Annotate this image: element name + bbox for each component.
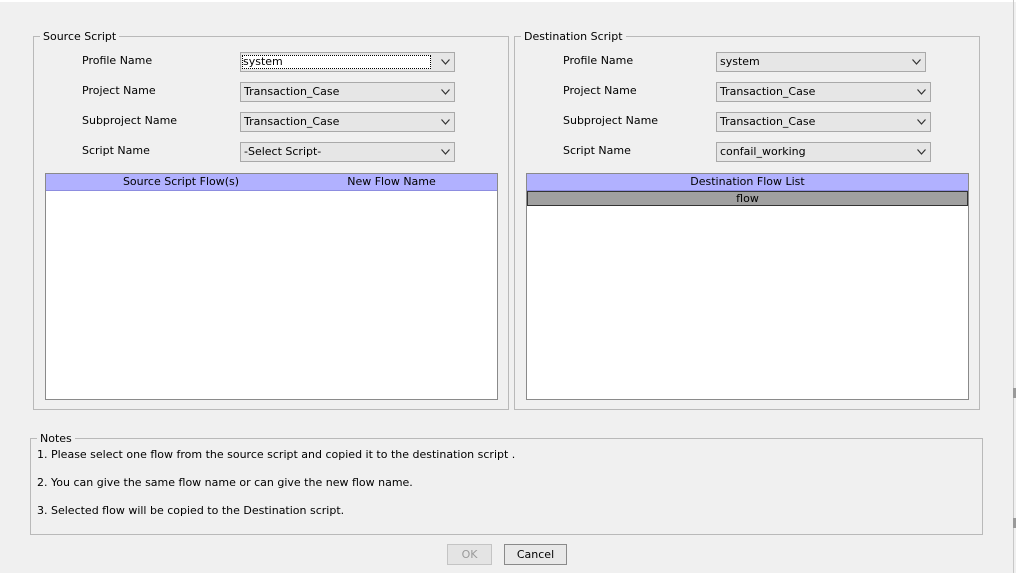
- source-profile-select[interactable]: system: [240, 52, 455, 72]
- source-project-label: Project Name: [82, 84, 156, 97]
- source-script-select[interactable]: -Select Script-: [240, 142, 455, 162]
- chevron-down-icon[interactable]: [912, 143, 930, 161]
- source-flow-table-header: Source Script Flow(s) New Flow Name: [46, 174, 497, 191]
- destination-flow-table[interactable]: Destination Flow List flow: [526, 173, 969, 400]
- chevron-down-icon[interactable]: [436, 53, 454, 71]
- source-profile-label: Profile Name: [82, 54, 153, 67]
- destination-project-value: Transaction_Case: [720, 85, 816, 98]
- table-row[interactable]: flow: [527, 191, 968, 206]
- destination-project-label: Project Name: [563, 84, 637, 97]
- notes-legend: Notes: [40, 432, 72, 445]
- column-header-new-flow-name[interactable]: New Flow Name: [316, 174, 467, 190]
- window-right-edge: [1013, 0, 1014, 573]
- destination-subproject-label: Subproject Name: [563, 114, 659, 127]
- source-script-legend: Source Script: [43, 30, 117, 43]
- source-subproject-label: Subproject Name: [82, 114, 178, 127]
- note-line-1: 1. Please select one flow from the sourc…: [37, 448, 516, 461]
- ok-button[interactable]: OK: [447, 544, 492, 565]
- source-script-label: Script Name: [82, 144, 150, 157]
- destination-profile-value: system: [720, 55, 760, 68]
- chevron-down-icon[interactable]: [912, 113, 930, 131]
- destination-script-value: confail_working: [720, 145, 806, 158]
- destination-profile-label: Profile Name: [563, 54, 634, 67]
- chevron-down-icon[interactable]: [912, 83, 930, 101]
- column-header-destination-flow-list[interactable]: Destination Flow List: [527, 174, 968, 190]
- cancel-button[interactable]: Cancel: [504, 544, 567, 565]
- destination-profile-select[interactable]: system: [716, 52, 926, 72]
- source-project-select[interactable]: Transaction_Case: [240, 82, 455, 102]
- source-subproject-select[interactable]: Transaction_Case: [240, 112, 455, 132]
- source-flow-table[interactable]: Source Script Flow(s) New Flow Name: [45, 173, 498, 400]
- destination-project-select[interactable]: Transaction_Case: [716, 82, 931, 102]
- chevron-down-icon[interactable]: [907, 53, 925, 71]
- destination-flow-table-header: Destination Flow List: [527, 174, 968, 191]
- source-profile-value: system: [242, 55, 431, 69]
- source-subproject-value: Transaction_Case: [244, 115, 340, 128]
- destination-script-select[interactable]: confail_working: [716, 142, 931, 162]
- window-top-edge: [0, 0, 1016, 2]
- source-project-value: Transaction_Case: [244, 85, 340, 98]
- chevron-down-icon[interactable]: [436, 113, 454, 131]
- destination-subproject-select[interactable]: Transaction_Case: [716, 112, 931, 132]
- destination-subproject-value: Transaction_Case: [720, 115, 816, 128]
- note-line-2: 2. You can give the same flow name or ca…: [37, 476, 413, 489]
- note-line-3: 3. Selected flow will be copied to the D…: [37, 504, 345, 517]
- destination-script-legend: Destination Script: [524, 30, 623, 43]
- chevron-down-icon[interactable]: [436, 143, 454, 161]
- destination-script-label: Script Name: [563, 144, 631, 157]
- column-header-source-flows[interactable]: Source Script Flow(s): [46, 174, 316, 190]
- source-script-value: -Select Script-: [244, 145, 322, 158]
- chevron-down-icon[interactable]: [436, 83, 454, 101]
